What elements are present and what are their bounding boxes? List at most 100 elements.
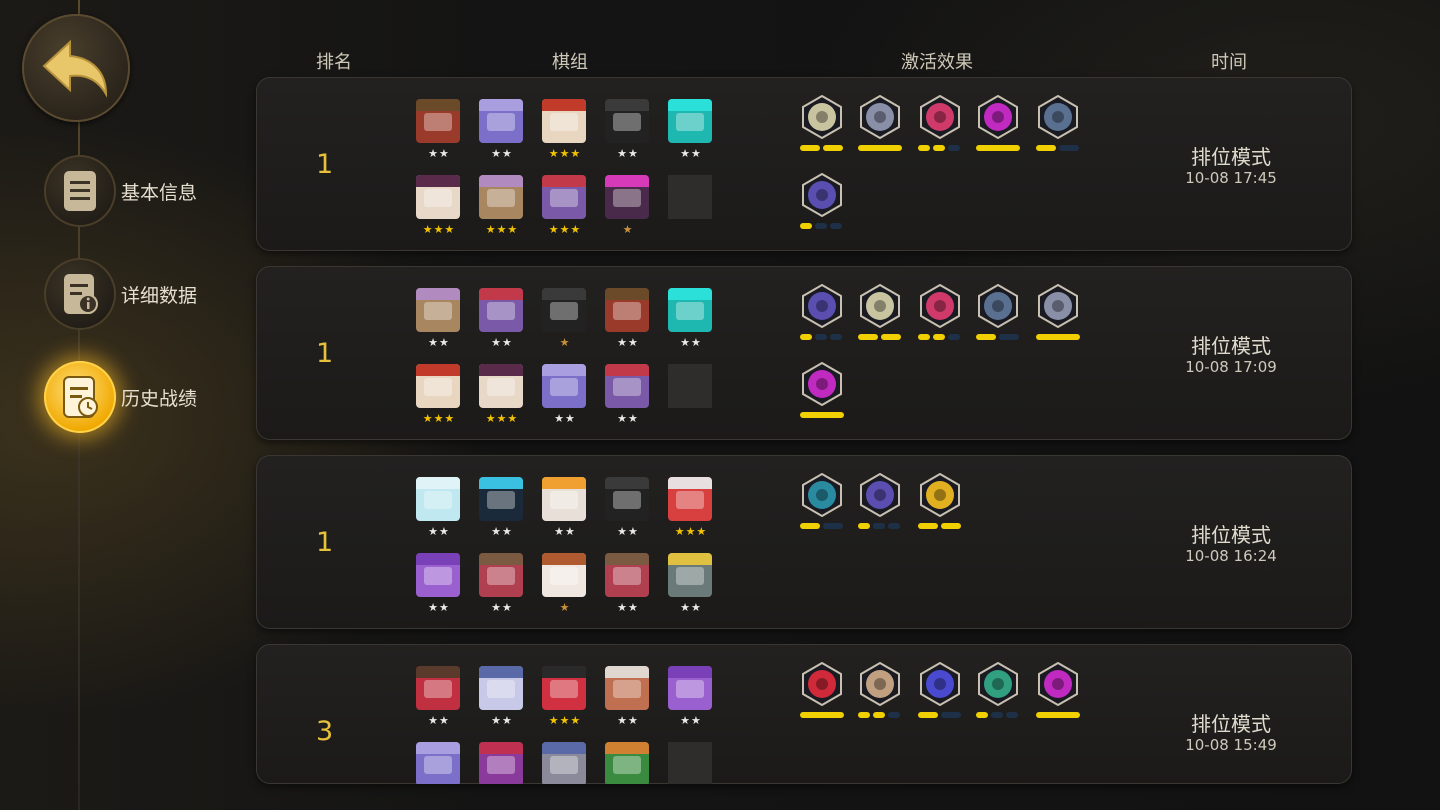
synergy-badge[interactable]: [800, 472, 846, 533]
synergy-badge[interactable]: [918, 661, 964, 722]
unit-piece[interactable]: ★★: [605, 553, 651, 617]
unit-piece[interactable]: ★★: [479, 553, 525, 617]
unit-piece[interactable]: ★★★: [479, 364, 525, 428]
unit-piece[interactable]: ★: [605, 175, 651, 239]
nav-detail-data[interactable]: 详细数据: [44, 258, 264, 330]
unit-portrait-face: [613, 567, 641, 585]
unit-piece[interactable]: ★★★: [542, 666, 588, 730]
record-card[interactable]: 3 ★★ ★★ ★★★ ★★ ★★ 排位模式 10-08 15:49: [256, 644, 1352, 784]
synergy-badge[interactable]: [800, 661, 846, 722]
synergy-badge[interactable]: [800, 94, 846, 155]
synergy-badge[interactable]: [800, 361, 846, 422]
unit-piece[interactable]: ★★: [668, 99, 714, 163]
unit-piece[interactable]: ★★: [542, 364, 588, 428]
unit-stars: ★★★: [548, 714, 582, 727]
synergy-badge[interactable]: [1036, 661, 1082, 722]
unit-piece[interactable]: ★★: [542, 477, 588, 541]
synergy-badge[interactable]: [1036, 283, 1082, 344]
unit-piece[interactable]: ★★: [605, 364, 651, 428]
empty-unit-slot: [668, 742, 712, 784]
unit-portrait-face: [550, 680, 578, 698]
unit-piece[interactable]: ★: [542, 553, 588, 617]
match-time: 10-08 17:45: [1185, 169, 1277, 187]
header-synergy: 激活效果: [901, 52, 973, 73]
unit-piece[interactable]: ★★★: [542, 99, 588, 163]
unit-piece[interactable]: ★★: [668, 288, 714, 352]
unit-piece[interactable]: ★★: [479, 666, 525, 730]
synergy-progress: [858, 523, 900, 529]
unit-stars: ★★★: [548, 147, 582, 160]
unit-piece[interactable]: ★★: [605, 99, 651, 163]
unit-piece[interactable]: ★★★: [416, 364, 462, 428]
synergy-badge[interactable]: [858, 472, 904, 533]
paw-crest-icon: [802, 94, 842, 140]
unit-portrait-face: [424, 378, 452, 396]
synergy-badge[interactable]: [858, 661, 904, 722]
synergy-progress: [1036, 334, 1080, 340]
unit-piece[interactable]: ★★★: [542, 175, 588, 239]
unit-piece[interactable]: ★★: [479, 288, 525, 352]
synergy-bar-filled: [918, 523, 938, 529]
unit-piece[interactable]: ★★: [668, 666, 714, 730]
synergy-badge[interactable]: [800, 283, 846, 344]
unit-piece[interactable]: ★★: [605, 288, 651, 352]
unit-piece[interactable]: ★★: [605, 477, 651, 541]
unit-piece[interactable]: ★★: [416, 477, 462, 541]
record-card[interactable]: 1 ★★ ★★ ★★ ★★ ★★★ ★★ ★★ ★ ★★ ★★ 排位模式 10-08 16:24: [256, 455, 1352, 629]
unit-portrait-top: [542, 553, 586, 565]
nav-history-record[interactable]: 历史战绩: [44, 361, 264, 433]
unit-portrait-face: [613, 491, 641, 509]
nav-basic-info[interactable]: 基本信息: [44, 155, 264, 227]
synergy-badge[interactable]: [918, 283, 964, 344]
synergy-badge[interactable]: [858, 94, 904, 155]
synergy-bar-filled: [800, 145, 820, 151]
unit-piece[interactable]: ★★★: [668, 477, 714, 541]
unit-piece[interactable]: ★★★: [416, 175, 462, 239]
game-mode: 排位模式: [1191, 523, 1271, 547]
unit-portrait-face: [613, 189, 641, 207]
synergy-badge[interactable]: [800, 172, 846, 233]
back-button[interactable]: [22, 14, 130, 122]
unit-piece[interactable]: ★★: [416, 99, 462, 163]
unit-portrait-face: [550, 756, 578, 774]
unit-portrait-top: [479, 288, 523, 300]
unit-portrait-face: [424, 189, 452, 207]
synergy-badge[interactable]: [976, 661, 1022, 722]
synergy-badge[interactable]: [918, 472, 964, 533]
synergy-badge[interactable]: [918, 94, 964, 155]
synergy-bar-empty: [815, 223, 827, 229]
record-card[interactable]: 1 ★★ ★★ ★★★ ★★ ★★ ★★★ ★★★ ★★★ ★ 排位模式 10-08 17:45: [256, 77, 1352, 251]
unit-piece[interactable]: ★: [542, 288, 588, 352]
synergy-bar-filled: [873, 712, 885, 718]
unit-piece[interactable]: ★★: [416, 666, 462, 730]
unit-stars: ★★: [428, 336, 450, 349]
synergy-bar-filled: [858, 712, 870, 718]
unit-piece[interactable]: ★★★: [479, 175, 525, 239]
synergy-progress: [800, 412, 844, 418]
synergy-bar-filled: [933, 145, 945, 151]
record-card[interactable]: 1 ★★ ★★ ★ ★★ ★★ ★★★ ★★★ ★★ ★★ 排位模式 10-08 17:09: [256, 266, 1352, 440]
unit-piece[interactable]: ★★: [479, 99, 525, 163]
unit-piece[interactable]: ★★: [416, 288, 462, 352]
unit-piece[interactable]: [416, 742, 462, 784]
unit-piece[interactable]: ★★: [479, 477, 525, 541]
synergy-badge[interactable]: [976, 283, 1022, 344]
nav-circle: [44, 258, 116, 330]
unit-portrait-face: [550, 302, 578, 320]
unit-piece[interactable]: ★★: [605, 666, 651, 730]
synergy-badge[interactable]: [858, 283, 904, 344]
unit-portrait: [542, 364, 586, 408]
empty-unit-slot: [668, 175, 712, 219]
unit-piece[interactable]: ★★: [416, 553, 462, 617]
unit-piece[interactable]: [479, 742, 525, 784]
unit-piece[interactable]: [542, 742, 588, 784]
synergy-badge[interactable]: [1036, 94, 1082, 155]
unit-portrait: [668, 477, 712, 521]
unit-piece[interactable]: [605, 742, 651, 784]
unit-portrait-top: [542, 364, 586, 376]
synergy-progress: [918, 334, 960, 340]
synergy-badge[interactable]: [976, 94, 1022, 155]
unit-portrait-top: [542, 477, 586, 489]
unit-piece[interactable]: ★★: [668, 553, 714, 617]
unit-portrait: [416, 553, 460, 597]
